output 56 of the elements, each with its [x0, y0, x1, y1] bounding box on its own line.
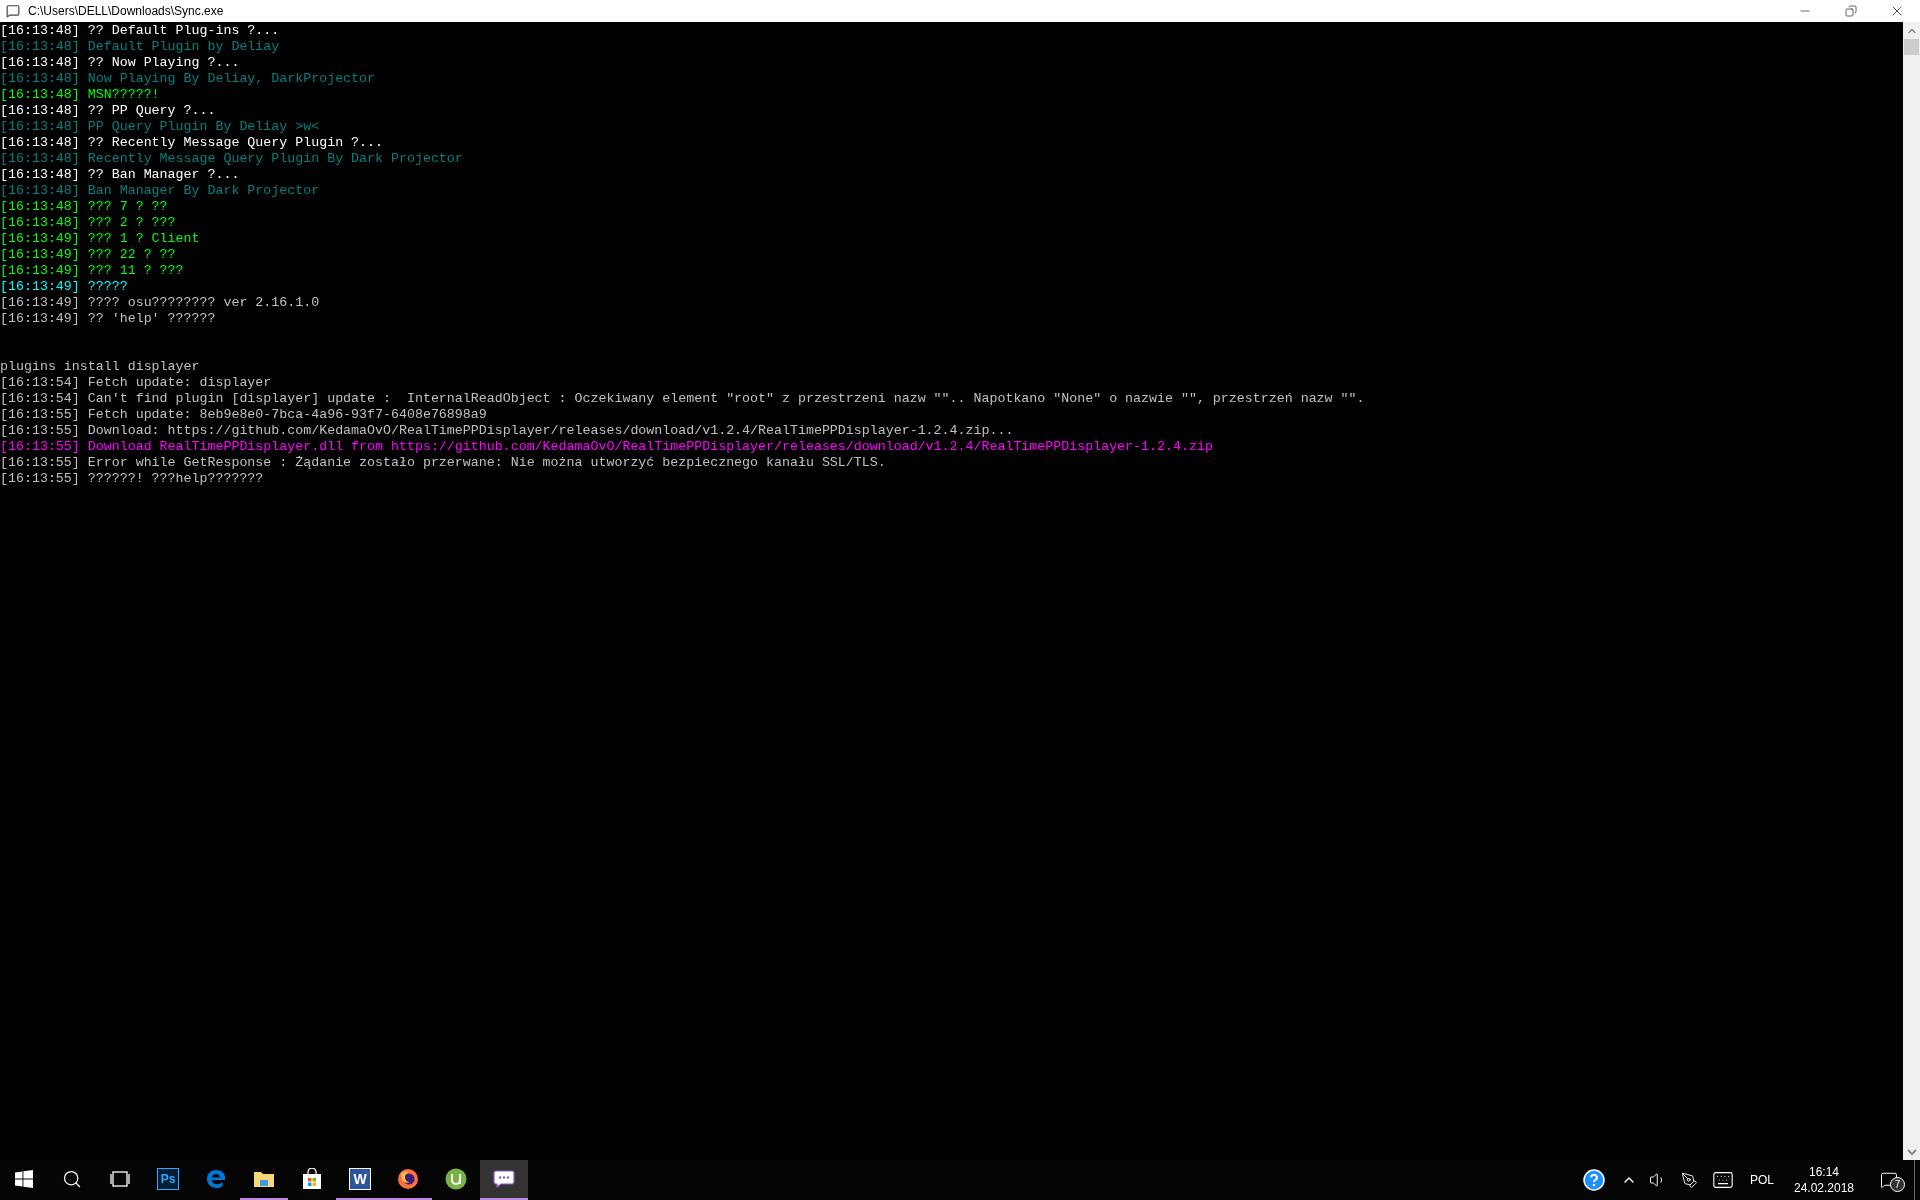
log-line: [16:13:48] Recently Message Query Plugin By Dark Projector — [0, 151, 463, 167]
clock-time: 16:14 — [1809, 1164, 1839, 1180]
language-indicator[interactable]: POL — [1750, 1171, 1774, 1189]
log-line: [16:13:48] MSN?????! — [0, 87, 160, 103]
scrollbar[interactable] — [1903, 22, 1920, 1160]
taskbar-button[interactable]: W — [336, 1160, 384, 1200]
restore-icon — [1845, 5, 1857, 17]
log-line: [16:13:48] ?? Now Playing ?... — [0, 55, 240, 71]
log-line: [16:13:48] Ban Manager By Dark Projector — [0, 183, 320, 199]
notification-icon[interactable] — [1880, 1171, 1898, 1189]
word-icon: W — [349, 1168, 371, 1190]
log-line: [16:13:48] PP Query Plugin By Deliay >w< — [0, 119, 320, 135]
torrent-icon — [445, 1168, 467, 1190]
log-line: [16:13:49] ?? 'help' ?????? — [0, 311, 216, 327]
log-line: [16:13:48] ??? 2 ? ??? — [0, 215, 176, 231]
search-icon — [62, 1169, 82, 1189]
log-line: [16:13:49] ???? osu???????? ver 2.16.1.0 — [0, 295, 320, 311]
help-icon[interactable] — [1583, 1169, 1605, 1191]
log-line: [16:13:49] ??? 11 ? ??? — [0, 263, 184, 279]
folder-icon — [253, 1169, 275, 1189]
log-line: [16:13:49] ??? 1 ? Client — [0, 231, 200, 247]
chat-bubble-icon — [493, 1170, 515, 1188]
log-line: [16:13:55] ??????! ???help??????? — [0, 471, 264, 487]
log-line: [16:13:48] Now Playing By Deliay, DarkProjector — [0, 71, 376, 87]
window-title: C:\Users\DELL\Downloads\Sync.exe — [28, 3, 224, 20]
scroll-down-icon — [1906, 1148, 1917, 1156]
log-line: [16:13:48] ?? PP Query ?... — [0, 103, 216, 119]
photoshop-icon: Ps — [157, 1168, 179, 1190]
log-line: [16:13:55] Download: https://github.com/KedamaOvO/RealTimePPDisplayer/releases/download/v1.2.4/RealTimePPDisplayer-1.2.4.zip... — [0, 423, 1014, 439]
windows-logo-icon — [15, 1170, 33, 1188]
keyboard-icon[interactable] — [1712, 1169, 1734, 1191]
log-line: [16:13:54] Fetch update: displayer — [0, 375, 272, 391]
shopping-bag-icon — [302, 1168, 322, 1190]
notification-badge: 7 — [1890, 1177, 1905, 1192]
clock[interactable]: 16:14 24.02.2018 — [1792, 1164, 1856, 1196]
log-line: [16:13:49] ????? — [0, 279, 128, 295]
command-line: plugins install displayer — [0, 359, 200, 375]
log-line: [16:13:48] ?? Default Plug-ins ?... — [0, 23, 280, 39]
fox-globe-icon — [397, 1168, 419, 1190]
log-line: [16:13:55] Download RealTimePPDisplayer.dll from https://github.com/KedamaOvO/RealTimePPDisplayer/releases/download/v1.2.4/RealTimePPDisplayer-1.2.4.zip — [0, 439, 1213, 455]
edge-icon — [205, 1168, 227, 1190]
log-line: [16:13:48] ?? Ban Manager ?... — [0, 167, 240, 183]
scroll-thumb[interactable] — [1904, 39, 1919, 55]
taskbar-button[interactable] — [480, 1160, 528, 1200]
taskbar-button[interactable]: Ps — [144, 1160, 192, 1200]
log-line: [16:13:55] Error while GetResponse : Żądanie zostało przerwane: Nie można utworzyć bezpiecznego kanału SSL/TLS. — [0, 455, 886, 471]
log-line: [16:13:48] Default Plugin by Deliay — [0, 39, 280, 55]
log-line: [16:13:48] ??? 7 ? ?? — [0, 199, 168, 215]
log-line: [16:13:54] Can't find plugin [displayer] update : InternalReadObject : Oczekiwany element "root" z przestrzeni nazw "".. Napotkano "None" o nazwie "", przestrzeń nazw "". — [0, 391, 1365, 407]
task-view-icon — [109, 1171, 131, 1187]
pen-icon[interactable] — [1681, 1171, 1698, 1189]
log-line: [16:13:55] Fetch update: 8eb9e8e0-7bca-4a96-93f7-6408e76898a9 — [0, 407, 487, 423]
log-line: [16:13:49] ??? 22 ? ?? — [0, 247, 176, 263]
console-window-icon — [6, 4, 20, 18]
clock-date: 24.02.2018 — [1793, 1180, 1855, 1196]
log-line: [16:13:48] ?? Recently Message Query Plugin ?... — [0, 135, 383, 151]
